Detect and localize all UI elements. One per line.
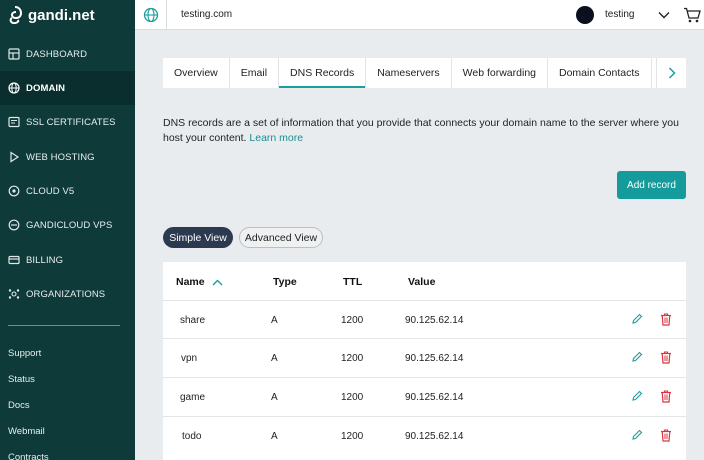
record-name: game [180, 392, 206, 403]
dns-records-table: Name Type TTL Value share A 1200 90.125.… [163, 262, 686, 460]
sidebar-item-label: DOMAIN [26, 82, 66, 94]
record-type: A [271, 431, 278, 442]
record-value: 90.125.62.14 [405, 315, 464, 326]
user-menu-toggle[interactable] [656, 7, 672, 23]
tab-dns-records[interactable]: DNS Records [279, 58, 367, 88]
sidebar-item-label: DASHBOARD [26, 48, 88, 60]
sidebar-item-cloud-v5[interactable]: CLOUD V5 [0, 174, 135, 208]
organization-icon [8, 289, 20, 299]
edit-icon[interactable] [630, 312, 644, 326]
footer-link-contracts[interactable]: Contracts [8, 452, 49, 460]
domain-tabs: Overview Email DNS Records Nameservers W… [163, 58, 686, 88]
sidebar-item-label: WEB HOSTING [26, 151, 95, 163]
delete-icon[interactable] [659, 312, 673, 326]
sidebar-item-web-hosting[interactable]: WEB HOSTING [0, 140, 135, 174]
table-row: todo A 1200 90.125.62.14 [163, 416, 686, 454]
record-name: share [180, 315, 206, 326]
table-row: game A 1200 90.125.62.14 [163, 377, 686, 415]
sidebar-item-organizations[interactable]: ORGANIZATIONS [0, 277, 135, 311]
sidebar-item-gandicloud-vps[interactable]: GANDICLOUD VPS [0, 208, 135, 242]
server-icon [8, 219, 20, 231]
record-type: A [271, 353, 278, 364]
chevron-down-icon [658, 12, 670, 19]
edit-icon[interactable] [630, 389, 644, 403]
column-header-name-label: Name [176, 276, 205, 288]
sidebar-item-label: GANDICLOUD VPS [26, 219, 113, 231]
record-type: A [271, 315, 278, 326]
record-value: 90.125.62.14 [405, 431, 464, 442]
footer-link-support[interactable]: Support [8, 348, 41, 359]
column-header-ttl[interactable]: TTL [343, 276, 362, 288]
advanced-view-toggle[interactable]: Advanced View [239, 227, 323, 248]
record-name: todo [182, 431, 202, 442]
chevron-right-icon [668, 67, 676, 79]
globe-icon [143, 7, 158, 23]
table-row: share A 1200 90.125.62.14 [163, 300, 686, 338]
top-bar: testing.com testing [135, 0, 704, 30]
column-header-type[interactable]: Type [273, 276, 297, 288]
certificate-icon [8, 116, 20, 128]
tab-domain-contacts[interactable]: Domain Contacts [548, 58, 652, 88]
delete-icon[interactable] [659, 350, 673, 364]
globe-icon [8, 82, 20, 94]
tabs-scroll-right-button[interactable] [656, 58, 686, 88]
learn-more-link[interactable]: Learn more [249, 132, 303, 144]
tab-email[interactable]: Email [230, 58, 280, 88]
simple-view-toggle[interactable]: Simple View [163, 227, 233, 248]
dns-description-text: DNS records are a set of information tha… [163, 117, 679, 144]
footer-link-docs[interactable]: Docs [8, 400, 30, 411]
sidebar-item-label: ORGANIZATIONS [26, 288, 106, 300]
user-name[interactable]: testing [605, 9, 634, 20]
edit-icon[interactable] [630, 350, 644, 364]
sidebar: gandi.net DASHBOARD DOMAIN SSL CERTIFICA… [0, 0, 135, 460]
current-domain: testing.com [181, 9, 233, 20]
record-value: 90.125.62.14 [405, 353, 464, 364]
footer-link-webmail[interactable]: Webmail [8, 426, 45, 437]
brand-name: gandi.net [28, 6, 95, 24]
sort-ascending-icon [212, 279, 223, 285]
card-icon [8, 255, 20, 265]
dashboard-icon [8, 48, 20, 60]
column-header-value[interactable]: Value [408, 276, 435, 288]
dns-description: DNS records are a set of information tha… [163, 116, 686, 146]
play-icon [10, 151, 20, 163]
record-name: vpn [181, 353, 198, 364]
column-header-name[interactable]: Name [176, 276, 223, 288]
sidebar-divider [8, 325, 120, 326]
sidebar-item-domain[interactable]: DOMAIN [0, 71, 135, 105]
cart-icon [684, 7, 701, 23]
cloud-icon [8, 185, 20, 197]
gandi-logo-icon [9, 6, 22, 24]
tab-overview[interactable]: Overview [163, 58, 230, 88]
delete-icon[interactable] [659, 389, 673, 403]
sidebar-item-label: SSL CERTIFICATES [26, 116, 116, 128]
add-record-button[interactable]: Add record [617, 171, 686, 199]
delete-icon[interactable] [659, 428, 673, 442]
edit-icon[interactable] [630, 428, 644, 442]
record-ttl: 1200 [341, 353, 364, 364]
tab-web-forwarding[interactable]: Web forwarding [452, 58, 548, 88]
sidebar-item-billing[interactable]: BILLING [0, 243, 135, 277]
record-ttl: 1200 [341, 392, 364, 403]
sidebar-item-label: BILLING [26, 254, 64, 266]
cart-button[interactable] [682, 5, 702, 25]
record-value: 90.125.62.14 [405, 392, 464, 403]
brand-logo[interactable]: gandi.net [0, 0, 135, 30]
sidebar-item-dashboard[interactable]: DASHBOARD [0, 37, 135, 71]
domain-switcher-button[interactable] [135, 0, 167, 30]
sidebar-item-label: CLOUD V5 [26, 185, 75, 197]
record-ttl: 1200 [341, 315, 364, 326]
record-type: A [271, 392, 278, 403]
record-ttl: 1200 [341, 431, 364, 442]
avatar[interactable] [576, 6, 594, 24]
sidebar-item-ssl-certificates[interactable]: SSL CERTIFICATES [0, 105, 135, 139]
footer-link-status[interactable]: Status [8, 374, 35, 385]
table-row: vpn A 1200 90.125.62.14 [163, 338, 686, 376]
tab-nameservers[interactable]: Nameservers [366, 58, 452, 88]
